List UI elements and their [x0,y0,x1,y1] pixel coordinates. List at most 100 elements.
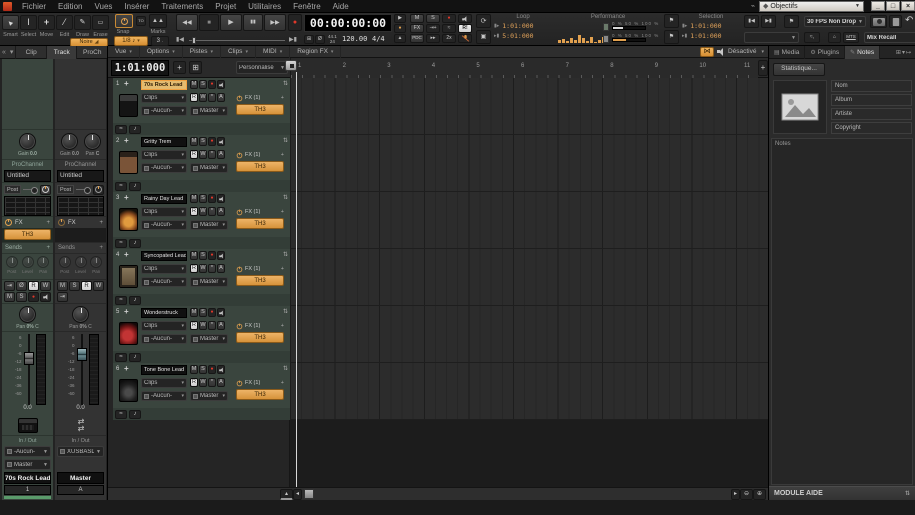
clips-filter-icon[interactable]: ≈ [115,239,127,248]
track-expand-icon[interactable]: ⇅ [283,308,288,315]
track-fx-plugin[interactable]: TH3 [236,332,284,343]
select-tool-button[interactable]: I [20,15,37,30]
eq-display[interactable] [57,196,104,216]
menu-item[interactable]: Aide [327,2,355,11]
clips-filter-icon[interactable]: ≈ [115,182,127,191]
scrollbar-thumb[interactable] [304,489,314,499]
track-freeze-button[interactable]: * [208,264,216,273]
draw-tool-button[interactable]: ✎ [74,15,91,30]
mute-button[interactable]: M [57,281,68,291]
field-copyright[interactable]: Copyright [831,122,912,134]
clips-filter-icon[interactable]: ≈ [115,125,127,134]
track-read-button[interactable]: R [190,150,198,159]
now-time-display[interactable]: 1:01:000 [111,60,169,76]
zoom-add-button[interactable]: + [758,60,768,76]
track-write-button[interactable]: W [199,150,207,159]
solo-all-button[interactable]: S [426,14,440,23]
fx-power-icon[interactable] [5,219,12,226]
track-output-dropdown[interactable]: Master▾ [190,220,228,230]
track-icon[interactable] [119,208,138,231]
mute-button[interactable]: M [4,292,15,302]
track-drag-handle[interactable]: + [124,136,129,145]
fit-tracks-button[interactable]: ≈, [804,32,820,43]
track-name[interactable]: 70s Rock Lead [141,80,187,90]
fps-selector[interactable]: 30 FPS Non Drop▼ [804,16,866,27]
menu-item[interactable]: Edition [52,2,88,11]
track-input-echo-button[interactable] [217,308,225,317]
tempo-display[interactable]: 120.00 [342,35,367,43]
collapse-icon[interactable]: « [2,49,6,56]
automation-envelope-button[interactable]: ⋈ [700,47,714,57]
track-name[interactable]: Gritty Trem [141,137,187,147]
track-output-dropdown[interactable]: Master▾ [190,106,228,116]
playhead-line[interactable] [296,72,297,487]
track-input-dropdown[interactable]: -Aucun-▾ [141,334,187,344]
track-mute-button[interactable]: M [190,251,198,260]
clip-lane[interactable] [290,78,768,135]
trackview-menu[interactable]: Options [140,46,183,58]
track-row[interactable]: 6 + Tone Bone Lead M S ● ⇅ Clips▾ R W * … [113,363,290,420]
smart-tool-button[interactable]: ► [2,15,19,30]
zoom-in-button[interactable]: ⊕ [753,489,766,500]
track-freeze-button[interactable]: * [208,378,216,387]
tab-prochannel[interactable]: ProCh [76,46,107,59]
track-write-button[interactable]: W [199,264,207,273]
go-start-icon[interactable]: ▮◀ [176,36,184,43]
track-solo-button[interactable]: S [199,194,207,203]
track-mute-button[interactable]: M [190,137,198,146]
screenshot-button[interactable] [870,15,887,28]
add-fx-icon[interactable]: + [46,220,50,226]
notes-filter-icon[interactable]: ♪ [129,410,141,419]
field-album[interactable]: Album [831,94,912,106]
track-icon[interactable] [119,379,138,402]
solo-button[interactable]: S [16,292,27,302]
track-solo-button[interactable]: S [199,251,207,260]
track-freeze-button[interactable]: * [208,207,216,216]
marker-prev-button[interactable]: ⚑ [664,14,679,28]
pause-button[interactable]: ▮▮ [243,14,263,31]
solo-button[interactable]: S [69,281,80,291]
track-solo-button[interactable]: S [199,137,207,146]
mix-recall-selector[interactable]: Mix Recall▼ [864,32,915,43]
track-icon[interactable] [119,322,138,345]
track-row[interactable]: 2 + Gritty Trem M S ● ⇅ Clips▾ R W * A -… [113,135,290,192]
clips-area[interactable] [290,78,768,487]
track-output-dropdown[interactable]: Master▾ [190,334,228,344]
home-view-button[interactable]: ⌂ [828,32,841,43]
write-automation-button[interactable]: W [93,281,104,291]
amp-thumbnail-icon[interactable] [18,418,38,433]
track-write-button[interactable]: W [199,93,207,102]
pdc-button[interactable]: PDC [410,34,424,43]
collapse-scrollbar-button[interactable]: ▴ [280,489,293,500]
fx-bypass-button[interactable]: FX [410,24,424,33]
track-read-button[interactable]: R [190,264,198,273]
clips-filter-icon[interactable]: ≈ [115,353,127,362]
notes-filter-icon[interactable]: ♪ [129,239,141,248]
track-read-button[interactable]: R [190,207,198,216]
menu-item[interactable]: Traitements [155,2,209,11]
add-fx-icon[interactable]: + [281,152,284,158]
track-row[interactable]: 3 + Rainy Day Lead M S ● ⇅ Clips▾ R W * … [113,192,290,249]
scroll-right-button[interactable]: ▸ [731,489,740,500]
track-freeze-button[interactable]: * [208,321,216,330]
time-format-button[interactable]: ⊞ [304,35,314,44]
track-input-dropdown[interactable]: -Aucun-▾ [141,277,187,287]
track-read-button[interactable]: R [190,321,198,330]
notes-textarea[interactable]: Notes [771,138,913,485]
tab-notes[interactable]: ✎Notes [845,46,880,59]
add-send-icon[interactable]: + [46,245,50,251]
clip-lane[interactable] [290,192,768,249]
menu-item[interactable]: Utilitaires [242,2,287,11]
track-input-echo-button[interactable] [217,80,225,89]
track-mute-button[interactable]: M [190,194,198,203]
track-name[interactable]: 70s Rock Lead [4,472,51,484]
send-pan-knob[interactable] [37,256,49,268]
track-input-echo-button[interactable] [217,194,225,203]
output-selector[interactable]: Master▼ [4,459,51,470]
edit-tool-button[interactable]: ⁄ [56,15,73,30]
marker-jump-end-button[interactable]: ▶▮ [761,15,776,28]
dim-solo-label[interactable]: Désactivé [728,48,757,55]
track-write-button[interactable]: W [199,321,207,330]
fast-forward-button[interactable]: ▶▶ [264,14,286,31]
transport-slider[interactable] [189,40,285,41]
